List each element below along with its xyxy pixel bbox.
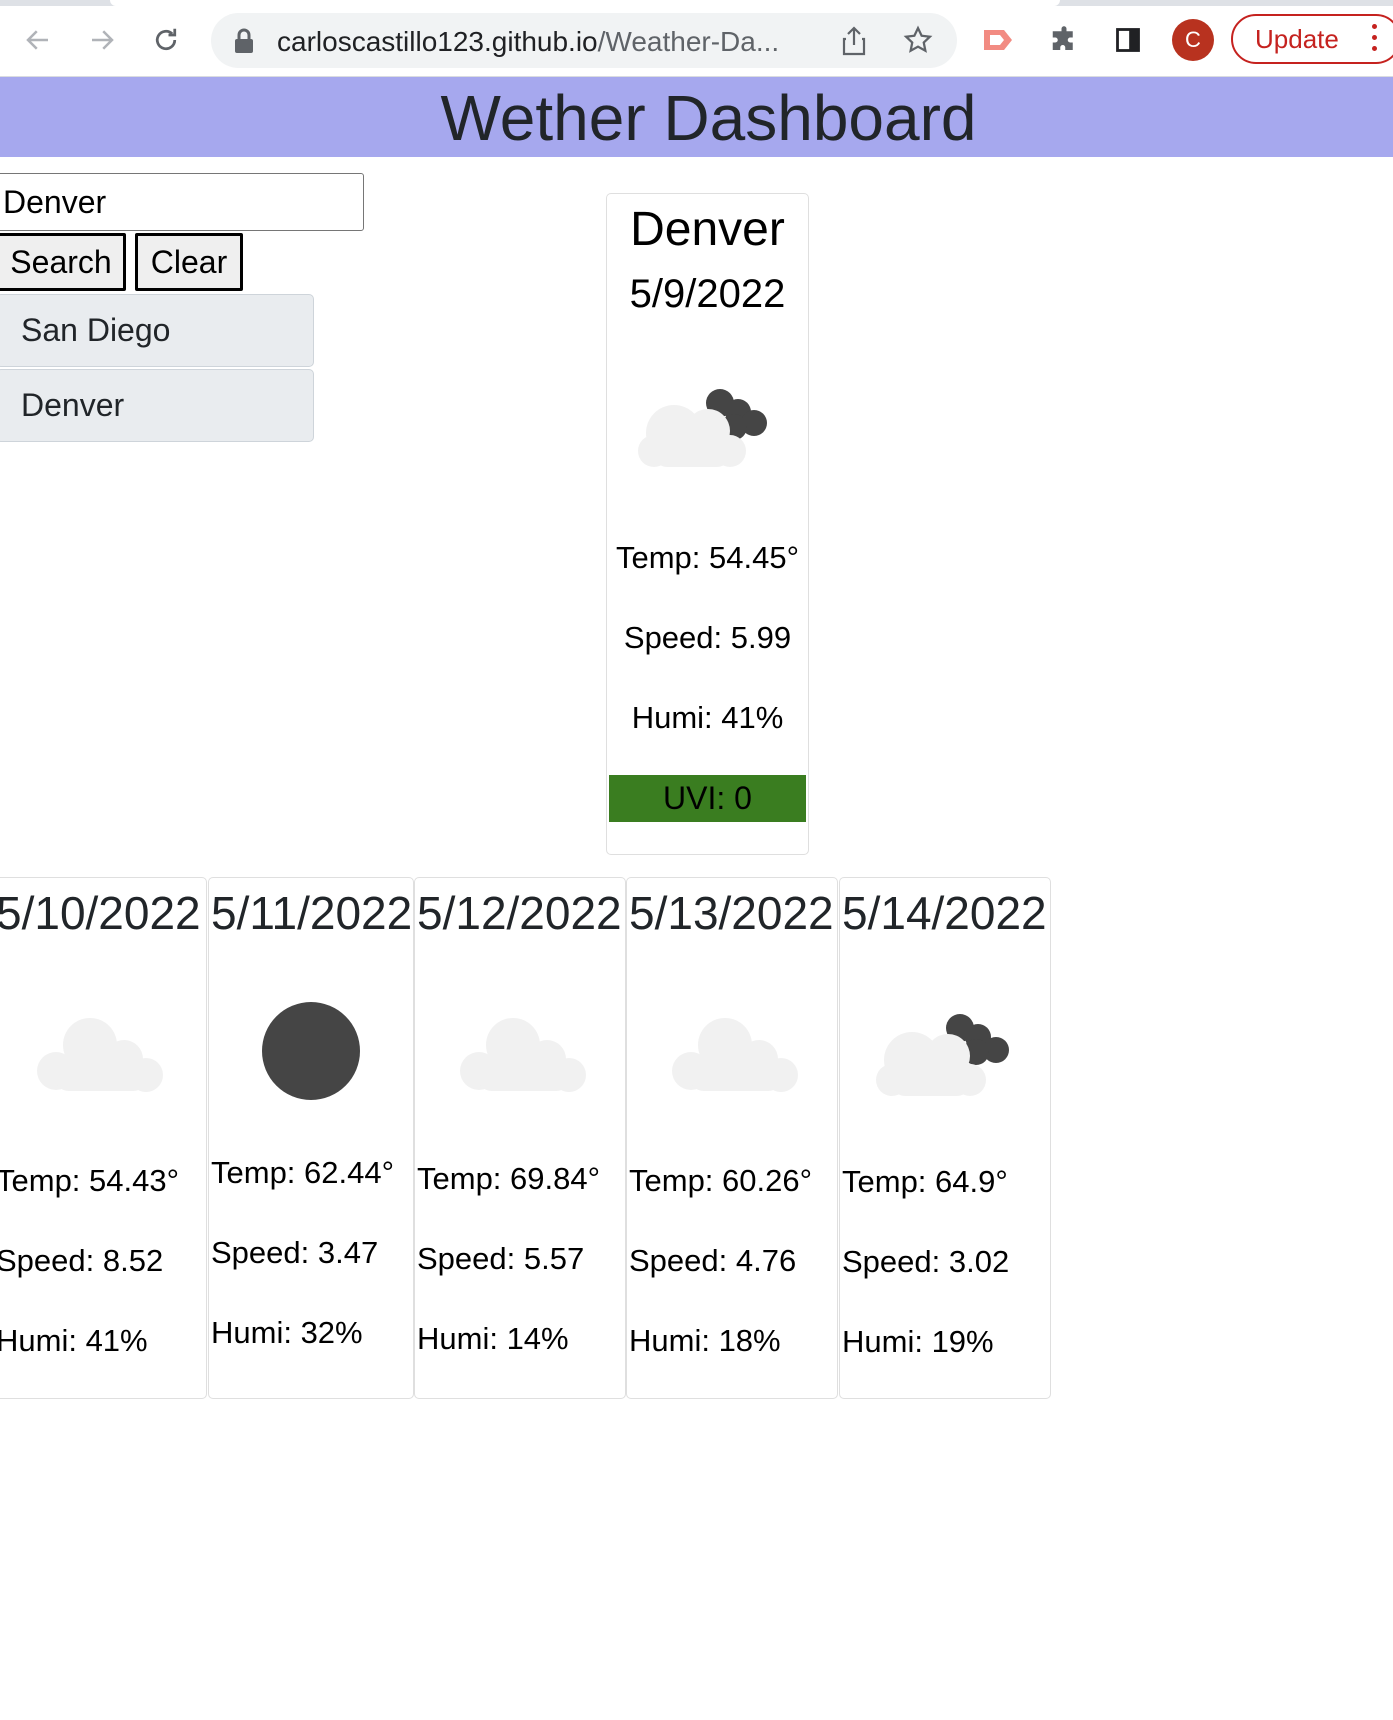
partly-cloudy-night-icon — [874, 1006, 1024, 1111]
more-menu-icon[interactable] — [1372, 24, 1378, 57]
forecast-date: 5/13/2022 — [629, 887, 834, 939]
bookmark-star-icon[interactable] — [903, 25, 933, 60]
forecast-date: 5/11/2022 — [211, 887, 413, 939]
forecast-humidity: Humi: 14% — [417, 1321, 569, 1356]
forecast-card: 5/14/2022 Temp: 64.9° Speed: 3.02 Humi: … — [839, 877, 1051, 1399]
forecast-temp: Temp: 64.9° — [842, 1164, 1008, 1199]
forecast-wind-speed: Speed: 8.52 — [0, 1243, 164, 1278]
url-text[interactable]: carloscastillo123.github.io/Weather-Da..… — [277, 26, 779, 58]
forecast-humidity: Humi: 19% — [842, 1324, 994, 1359]
current-humidity: Humi: 41% — [631, 700, 784, 735]
url-path: /Weather-Da... — [597, 26, 780, 57]
current-weather-card: Denver 5/9/2022 Temp: 54.45° Speed: 5.99… — [606, 193, 809, 855]
forecast-date: 5/12/2022 — [417, 887, 622, 939]
profile-avatar[interactable]: C — [1172, 19, 1214, 61]
header-banner: Wether Dashboard — [0, 77, 1393, 157]
forecast-card: 5/13/2022 Temp: 60.26° Speed: 4.76 Humi:… — [626, 877, 838, 1399]
forecast-temp: Temp: 62.44° — [211, 1155, 395, 1190]
url-host: carloscastillo123.github.io — [277, 26, 598, 57]
current-city: Denver — [630, 203, 785, 256]
page-title: Wether Dashboard — [440, 82, 977, 154]
cloud-icon — [36, 1013, 166, 1100]
forecast-humidity: Humi: 41% — [0, 1323, 148, 1358]
current-date: 5/9/2022 — [629, 272, 786, 316]
address-bar[interactable]: carloscastillo123.github.io/Weather-Da..… — [211, 13, 957, 68]
extensions-puzzle-icon[interactable] — [1044, 20, 1084, 60]
current-temp: Temp: 54.45° — [615, 540, 799, 575]
update-button[interactable]: Update — [1231, 14, 1393, 64]
history-item-san-diego[interactable]: San Diego — [0, 294, 314, 367]
forward-icon[interactable] — [82, 20, 122, 60]
uv-index-badge: UVI: 0 — [609, 775, 806, 822]
forecast-temp: Temp: 69.84° — [417, 1161, 601, 1196]
forecast-wind-speed: Speed: 3.02 — [842, 1244, 1010, 1279]
forecast-card: 5/10/2022 Temp: 54.43° Speed: 8.52 Humi:… — [0, 877, 207, 1399]
forecast-temp: Temp: 54.43° — [0, 1163, 180, 1198]
forecast-wind-speed: Speed: 5.57 — [417, 1241, 585, 1276]
forecast-date: 5/10/2022 — [0, 887, 201, 939]
forecast-humidity: Humi: 18% — [629, 1323, 781, 1358]
moon-icon — [261, 1001, 361, 1106]
share-icon[interactable] — [841, 26, 867, 61]
extension-cast-icon[interactable] — [980, 20, 1020, 60]
active-tab[interactable] — [110, 0, 1060, 6]
reload-icon[interactable] — [146, 20, 186, 60]
browser-toolbar: carloscastillo123.github.io/Weather-Da..… — [0, 0, 1393, 77]
forecast-wind-speed: Speed: 4.76 — [629, 1243, 797, 1278]
forecast-card: 5/12/2022 Temp: 69.84° Speed: 5.57 Humi:… — [414, 877, 626, 1399]
current-wind-speed: Speed: 5.99 — [623, 620, 792, 655]
side-panel-icon[interactable] — [1108, 20, 1148, 60]
lock-icon[interactable] — [233, 28, 255, 59]
cloud-icon — [459, 1013, 589, 1100]
history-item-denver[interactable]: Denver — [0, 369, 314, 442]
forecast-card: 5/11/2022 Temp: 62.44° Speed: 3.47 Humi:… — [208, 877, 414, 1399]
tab-strip — [0, 0, 1393, 6]
city-search-input[interactable] — [0, 173, 364, 231]
back-icon[interactable] — [18, 20, 58, 60]
cloud-icon — [671, 1013, 801, 1100]
forecast-wind-speed: Speed: 3.47 — [211, 1235, 379, 1270]
partly-cloudy-night-icon — [638, 379, 782, 484]
search-button[interactable]: Search — [0, 233, 126, 291]
forecast-humidity: Humi: 32% — [211, 1315, 363, 1350]
clear-button[interactable]: Clear — [135, 233, 243, 291]
forecast-temp: Temp: 60.26° — [629, 1163, 813, 1198]
forecast-date: 5/14/2022 — [842, 887, 1047, 939]
